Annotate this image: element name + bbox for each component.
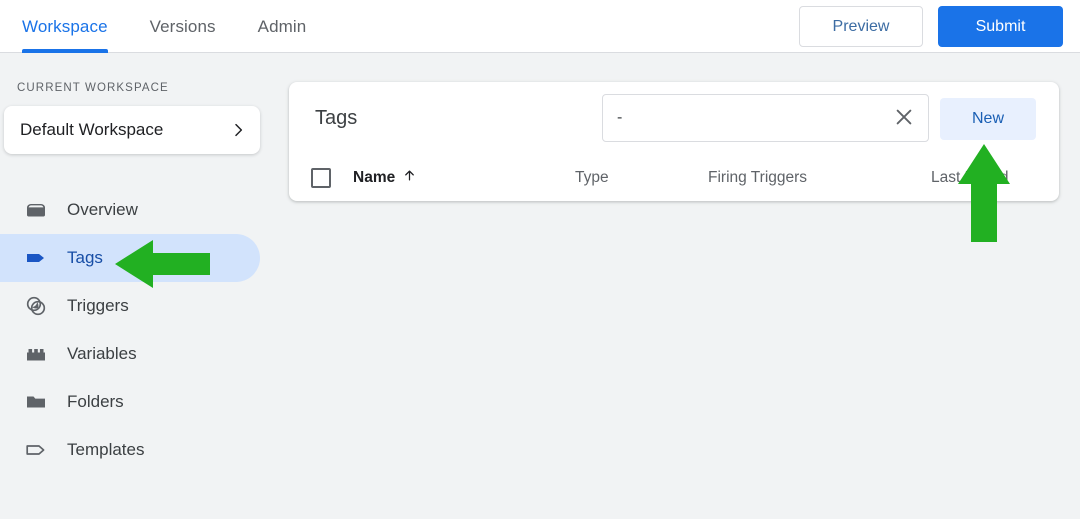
sidebar-item-label: Tags: [67, 248, 103, 267]
folder-icon: [23, 389, 49, 415]
sidebar-item-templates[interactable]: Templates: [0, 426, 280, 474]
column-header-type[interactable]: Type: [575, 169, 708, 187]
sidebar-item-label: Folders: [67, 392, 124, 411]
tags-card-header: Tags New: [289, 82, 1059, 154]
sidebar-item-label: Templates: [67, 440, 145, 459]
template-icon: [23, 437, 49, 463]
new-tag-button[interactable]: New: [940, 98, 1036, 140]
sidebar-item-label: Variables: [67, 344, 137, 363]
workspace-selector[interactable]: Default Workspace: [4, 106, 260, 154]
tag-icon: [23, 245, 49, 271]
select-all-checkbox[interactable]: [311, 167, 331, 188]
sidebar-item-tags[interactable]: Tags: [0, 234, 260, 282]
arrow-up-icon: [402, 168, 417, 188]
preview-button[interactable]: Preview: [799, 6, 923, 47]
overview-icon: [23, 197, 49, 223]
tab-versions[interactable]: Versions: [150, 0, 216, 53]
select-all-cell[interactable]: [289, 167, 353, 188]
search-input[interactable]: [603, 96, 884, 140]
search-box[interactable]: [602, 94, 929, 142]
column-label: Name: [353, 168, 396, 186]
sidebar: CURRENT WORKSPACE Default Workspace Over…: [0, 54, 280, 519]
column-header-last-edited[interactable]: Last Edited: [931, 169, 1059, 187]
tab-workspace[interactable]: Workspace: [22, 0, 108, 53]
sidebar-item-folders[interactable]: Folders: [0, 378, 280, 426]
current-workspace-label: CURRENT WORKSPACE: [17, 82, 169, 94]
close-icon: [893, 106, 915, 131]
clear-search-button[interactable]: [884, 96, 924, 140]
header-actions: Preview Submit: [799, 6, 1063, 47]
sidebar-nav: Overview Tags Triggers Variables Folders…: [0, 186, 280, 474]
sidebar-item-overview[interactable]: Overview: [0, 186, 280, 234]
gtm-app-window: Workspace Versions Admin Preview Submit …: [0, 0, 1080, 519]
variables-icon: [23, 341, 49, 367]
workspace-name: Default Workspace: [20, 120, 164, 139]
top-header: Workspace Versions Admin Preview Submit: [0, 0, 1080, 53]
submit-button[interactable]: Submit: [938, 6, 1063, 47]
sidebar-item-variables[interactable]: Variables: [0, 330, 280, 378]
tags-card: Tags New Name Type: [289, 82, 1059, 201]
column-header-firing-triggers[interactable]: Firing Triggers: [708, 169, 931, 187]
page-title: Tags: [315, 107, 358, 129]
tab-admin[interactable]: Admin: [258, 0, 307, 53]
sidebar-item-label: Overview: [67, 200, 138, 219]
sidebar-item-label: Triggers: [67, 296, 129, 315]
header-tabs: Workspace Versions Admin: [22, 0, 348, 53]
chevron-right-icon: [230, 122, 246, 138]
triggers-icon: [23, 293, 49, 319]
column-header-name[interactable]: Name: [353, 168, 575, 188]
sidebar-item-triggers[interactable]: Triggers: [0, 282, 280, 330]
tags-table-header: Name Type Firing Triggers Last Edited: [289, 154, 1059, 201]
